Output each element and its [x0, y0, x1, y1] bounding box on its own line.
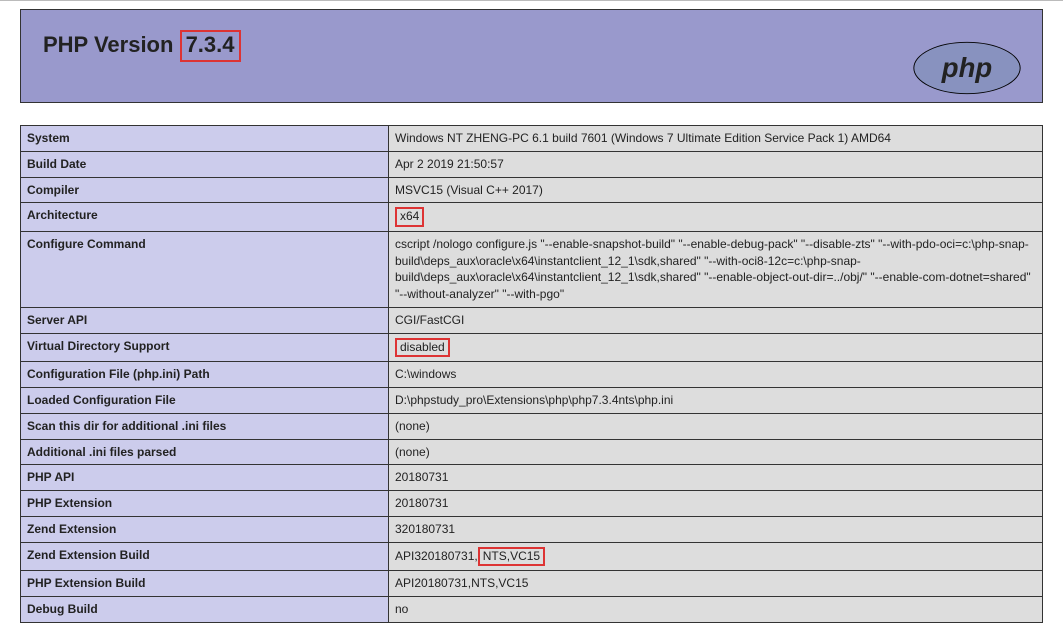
row-key: Zend Extension Build: [21, 542, 389, 570]
svg-text:php: php: [941, 52, 992, 83]
table-row: Scan this dir for additional .ini files(…: [21, 413, 1043, 439]
row-key: Architecture: [21, 203, 389, 231]
row-value: no: [389, 596, 1043, 622]
row-value: MSVC15 (Visual C++ 2017): [389, 177, 1043, 203]
row-value: D:\phpstudy_pro\Extensions\php\php7.3.4n…: [389, 387, 1043, 413]
row-value: x64: [389, 203, 1043, 231]
row-value: CGI/FastCGI: [389, 307, 1043, 333]
row-value: Apr 2 2019 21:50:57: [389, 151, 1043, 177]
row-value: API20180731,NTS,VC15: [389, 571, 1043, 597]
value-highlight: x64: [395, 207, 424, 226]
value-highlight: disabled: [395, 338, 450, 357]
row-key: Scan this dir for additional .ini files: [21, 413, 389, 439]
table-row: CompilerMSVC15 (Visual C++ 2017): [21, 177, 1043, 203]
row-value: API320180731,NTS,VC15: [389, 542, 1043, 570]
table-row: Additional .ini files parsed(none): [21, 439, 1043, 465]
table-row: Architecture x64: [21, 203, 1043, 231]
table-row: PHP Extension20180731: [21, 491, 1043, 517]
row-key: Compiler: [21, 177, 389, 203]
row-key: Server API: [21, 307, 389, 333]
row-key: Additional .ini files parsed: [21, 439, 389, 465]
value-highlight: NTS,VC15: [478, 547, 545, 566]
row-key: Virtual Directory Support: [21, 333, 389, 361]
row-value: 20180731: [389, 491, 1043, 517]
table-row: Configure Commandcscript /nologo configu…: [21, 231, 1043, 307]
table-row: Build DateApr 2 2019 21:50:57: [21, 151, 1043, 177]
row-value: cscript /nologo configure.js "--enable-s…: [389, 231, 1043, 307]
table-row: Zend Extension BuildAPI320180731,NTS,VC1…: [21, 542, 1043, 570]
table-row: Loaded Configuration FileD:\phpstudy_pro…: [21, 387, 1043, 413]
table-row: Virtual Directory Support disabled: [21, 333, 1043, 361]
table-row: Configuration File (php.ini) PathC:\wind…: [21, 362, 1043, 388]
row-key: Configure Command: [21, 231, 389, 307]
row-value: Windows NT ZHENG-PC 6.1 build 7601 (Wind…: [389, 126, 1043, 152]
row-key: System: [21, 126, 389, 152]
table-row: PHP Extension BuildAPI20180731,NTS,VC15: [21, 571, 1043, 597]
page-title: PHP Version 7.3.4: [43, 32, 241, 57]
row-key: PHP API: [21, 465, 389, 491]
value-prefix: API320180731,: [395, 549, 478, 563]
table-row: PHP API20180731: [21, 465, 1043, 491]
row-key: Build Date: [21, 151, 389, 177]
row-key: PHP Extension Build: [21, 571, 389, 597]
row-key: Configuration File (php.ini) Path: [21, 362, 389, 388]
table-row: Server APICGI/FastCGI: [21, 307, 1043, 333]
table-row: SystemWindows NT ZHENG-PC 6.1 build 7601…: [21, 126, 1043, 152]
row-value: C:\windows: [389, 362, 1043, 388]
row-key: Debug Build: [21, 596, 389, 622]
row-key: Zend Extension: [21, 516, 389, 542]
table-row: Debug Buildno: [21, 596, 1043, 622]
phpinfo-header: PHP Version 7.3.4 php: [20, 9, 1043, 103]
row-value: (none): [389, 413, 1043, 439]
row-value: disabled: [389, 333, 1043, 361]
row-value: 20180731: [389, 465, 1043, 491]
title-prefix: PHP Version: [43, 32, 173, 57]
row-key: PHP Extension: [21, 491, 389, 517]
row-value: 320180731: [389, 516, 1043, 542]
row-key: Loaded Configuration File: [21, 387, 389, 413]
php-version-highlight: 7.3.4: [180, 30, 241, 62]
row-value: (none): [389, 439, 1043, 465]
phpinfo-table: SystemWindows NT ZHENG-PC 6.1 build 7601…: [20, 125, 1043, 623]
php-logo-icon: php: [912, 40, 1022, 96]
table-row: Zend Extension320180731: [21, 516, 1043, 542]
